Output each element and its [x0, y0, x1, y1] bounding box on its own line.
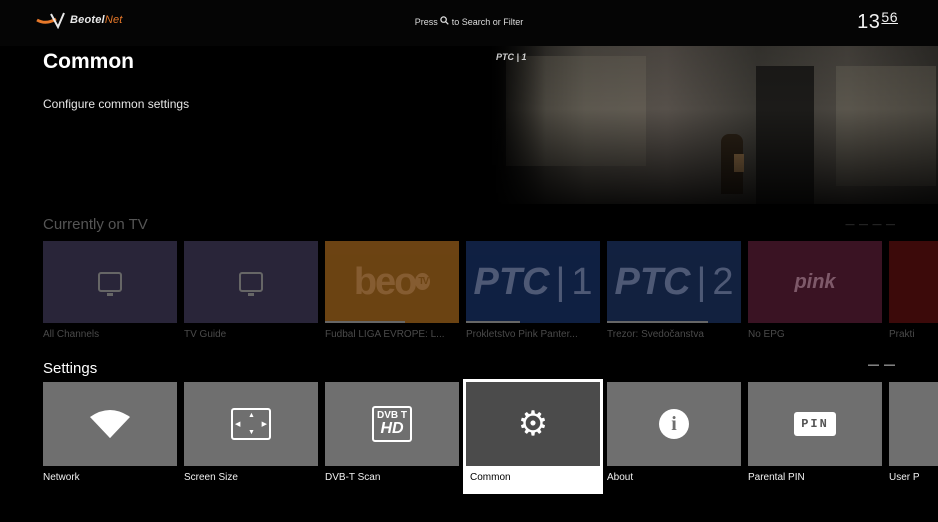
tile-caption: About	[607, 472, 634, 483]
tile-image	[889, 241, 938, 323]
settings-row: Network ▲ ▼ ◀ ▶ Screen Size DVB T HD DVB…	[43, 379, 938, 494]
settings-parental-pin[interactable]: PIN Parental PIN	[748, 382, 882, 491]
currently-on-tv-row: All Channels TV Guide beo TV Fudbal LIGA …	[43, 241, 938, 340]
tile-image: PIN	[748, 382, 882, 466]
tile-image: PTC | 2	[607, 241, 741, 323]
wifi-icon	[90, 410, 130, 438]
clock: 1356	[857, 9, 898, 33]
tile-image: i	[607, 382, 741, 466]
tile-caption: DVB-T Scan	[325, 472, 381, 483]
tile-channel-rts1[interactable]: PTC | 1 Prokletstvo Pink Panter...	[466, 241, 600, 340]
channel-logo: PTC | 1	[496, 52, 527, 62]
search-icon	[440, 16, 449, 25]
tile-image: ▲ ▼ ◀ ▶	[184, 382, 318, 466]
settings-user-profile-partial[interactable]: User P	[889, 382, 938, 491]
program-progress	[607, 321, 708, 323]
info-icon: i	[659, 409, 689, 439]
settings-common[interactable]: ⚙ Common	[463, 379, 603, 494]
tile-caption: Trezor: Svedočanstva	[607, 329, 704, 340]
tile-caption: Prakti	[889, 329, 915, 340]
tile-image	[184, 241, 318, 323]
settings-network[interactable]: Network	[43, 382, 177, 491]
settings-about[interactable]: i About	[607, 382, 741, 491]
rts1-logo: PTC | 1	[473, 260, 593, 303]
tile-image: ⚙	[466, 382, 600, 466]
tile-caption: User P	[889, 472, 920, 483]
page-description: Configure common settings	[43, 97, 190, 111]
search-hint: Press to Search or Filter	[414, 16, 524, 27]
tile-caption: Prokletstvo Pink Panter...	[466, 329, 578, 340]
top-bar: BeotelNet Press to Search or Filter 1356	[0, 0, 938, 46]
tile-tv-guide[interactable]: TV Guide	[184, 241, 318, 340]
currently-on-tv-page-dots: — — — —	[845, 219, 896, 229]
settings-heading: Settings	[43, 360, 98, 377]
settings-dvbt-scan[interactable]: DVB T HD DVB-T Scan	[325, 382, 459, 491]
program-progress	[325, 321, 406, 323]
program-progress	[466, 321, 520, 323]
dvb-hd-icon: DVB T HD	[372, 406, 412, 442]
tile-caption: Screen Size	[184, 472, 238, 483]
page-title: Common	[43, 50, 134, 73]
tile-caption: Parental PIN	[748, 472, 805, 483]
tile-image	[43, 241, 177, 323]
tile-image: pink	[748, 241, 882, 323]
rts2-logo: PTC | 2	[614, 260, 734, 303]
tile-channel-partial[interactable]: Prakti	[889, 241, 938, 340]
tile-caption: All Channels	[43, 329, 100, 340]
tile-image	[889, 382, 938, 466]
live-tv-preview[interactable]: PTC | 1	[486, 46, 938, 204]
tile-all-channels[interactable]: All Channels	[43, 241, 177, 340]
tile-caption: No EPG	[748, 329, 785, 340]
screen-size-icon: ▲ ▼ ◀ ▶	[231, 408, 271, 440]
settings-page-dots: — —	[867, 359, 896, 371]
gear-icon: ⚙	[517, 405, 549, 443]
currently-on-tv-heading: Currently on TV	[43, 216, 148, 233]
tile-image: beo TV	[325, 241, 459, 323]
tile-caption: Network	[43, 472, 80, 483]
tv-icon	[98, 272, 122, 296]
tile-image: PTC | 1	[466, 241, 600, 323]
tile-image	[43, 382, 177, 466]
settings-screen-size[interactable]: ▲ ▼ ◀ ▶ Screen Size	[184, 382, 318, 491]
tile-channel-rts2[interactable]: PTC | 2 Trezor: Svedočanstva	[607, 241, 741, 340]
tile-channel-beotv[interactable]: beo TV Fudbal LIGA EVROPE: L...	[325, 241, 459, 340]
tile-caption: Common	[470, 472, 511, 483]
tile-caption: TV Guide	[184, 329, 227, 340]
tile-image: DVB T HD	[325, 382, 459, 466]
pin-icon: PIN	[794, 412, 836, 436]
tile-channel-pink[interactable]: pink No EPG	[748, 241, 882, 340]
preview-shade	[486, 46, 938, 204]
tv-icon	[239, 272, 263, 296]
tile-caption: Fudbal LIGA EVROPE: L...	[325, 329, 445, 340]
beotv-logo: beo TV	[354, 261, 431, 304]
pink-logo: pink	[794, 270, 836, 293]
